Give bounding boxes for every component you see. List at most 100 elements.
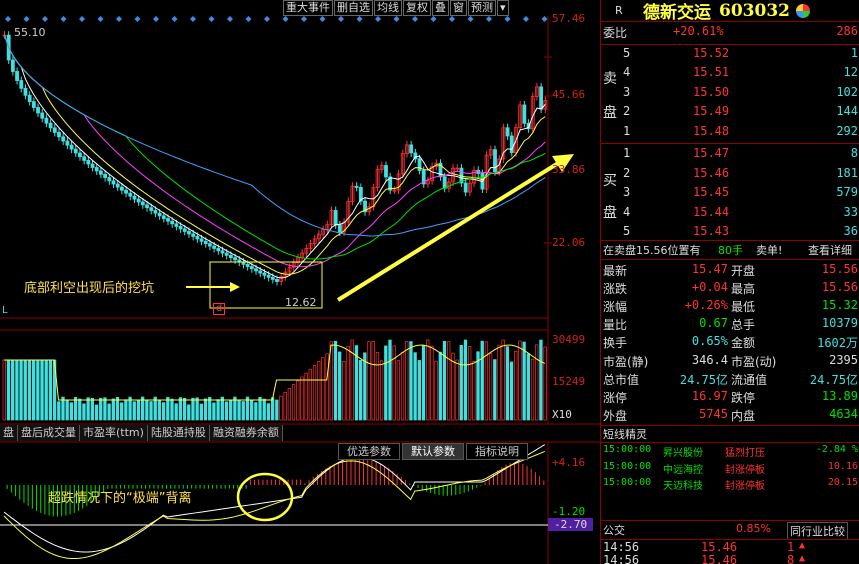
volume-bar [27, 359, 32, 421]
sell-volume: 144 [836, 104, 858, 119]
sprite-time: 15:00:00 [603, 444, 652, 455]
toolbar-major-events[interactable]: 重大事件 [283, 0, 333, 16]
volume-bar [224, 401, 229, 421]
candle-body [233, 257, 237, 261]
quote-value: 15.32 [821, 298, 858, 313]
quote-row: 外盘 5745 内盘 4634 [601, 407, 859, 425]
candle-body [124, 189, 128, 194]
event-diamond [523, 16, 529, 22]
volume-bar [539, 339, 543, 421]
toolbar-window[interactable]: 窗 [450, 0, 467, 16]
candle-body [208, 243, 212, 247]
volume-bar [472, 361, 476, 421]
candle-body [191, 233, 196, 237]
level-number: 3 [623, 185, 631, 200]
indicator-tabs: 盘 盘后成交量 市盈率(ttm) 陆股通持股 融资融券余额 [0, 425, 283, 441]
candle-body [178, 225, 183, 230]
big-order-action: 卖单! [756, 244, 783, 257]
sprite-time: 15:00:00 [603, 477, 652, 488]
buy-level-row[interactable]: 3 15.45 579 [601, 185, 859, 203]
candle-body [145, 204, 149, 209]
sell-price: 15.49 [693, 104, 730, 119]
annotation-pit: 底部利空出现后的挖坑 [24, 281, 155, 296]
quote-label: 跌停 [731, 390, 756, 405]
view-detail-link[interactable]: 查看详细 [808, 242, 852, 258]
buy-level-row[interactable]: 2 15.46 181 [601, 166, 859, 184]
sell-level-row[interactable]: 5 15.52 1 [601, 46, 859, 64]
quote-row: 市盈(静) 346.4 市盈(动) 2395 [601, 353, 859, 371]
sprite-stock: 中远海控 [663, 464, 703, 476]
toolbar-remove-watchlist[interactable]: 删自选 [334, 0, 373, 16]
quote-label: 市盈(动) [731, 354, 777, 369]
event-diamond [449, 16, 455, 22]
volume-bar [405, 341, 409, 421]
sell-level-row[interactable]: 2 15.49 144 [601, 104, 859, 122]
quote-value: 0.67 [699, 316, 728, 331]
event-diamond [338, 16, 344, 22]
sell-price: 15.48 [693, 123, 730, 138]
corner-label: L [2, 305, 8, 316]
candle-body [258, 270, 263, 274]
sell-level-row[interactable]: 1 15.48 292 [601, 124, 859, 142]
event-diamond [356, 16, 363, 22]
toolbar-overlay[interactable]: 叠 [432, 0, 449, 16]
candle-body [140, 201, 145, 206]
sell-level-row[interactable]: 3 15.50 102 [601, 85, 859, 103]
toolbar-menu-button[interactable]: ▾ [497, 0, 509, 16]
short-sprite-item[interactable]: 15:00:00 昇兴股份 猛烈打压 -2.84 % [601, 444, 859, 462]
buy-level-row[interactable]: 1 15.47 8 [601, 146, 859, 164]
volume-bar [103, 397, 107, 421]
tab-pe-ttm[interactable]: 市盈率(ttm) [80, 425, 148, 441]
candle-body [157, 212, 162, 217]
tab-optimal-params[interactable]: 优选参数 [338, 443, 400, 460]
quote-label: 最新 [603, 264, 628, 278]
short-sprite-item[interactable]: 15:00:00 中远海控 封涨停板 10.16 [601, 461, 859, 479]
quote-value: 24.75亿 [679, 372, 728, 387]
volume-bar [78, 398, 82, 421]
quote-row: 换手 0.65% 金额 1602万 [601, 334, 859, 352]
event-diamond [208, 16, 215, 22]
volume-bar [182, 397, 187, 421]
volume-bar [421, 345, 426, 421]
candle-body [187, 231, 191, 235]
sell-level-row[interactable]: 4 15.51 12 [601, 65, 859, 83]
volume-bar [120, 402, 124, 421]
tab-indicator-help[interactable]: 指标说明 [466, 443, 528, 460]
tab-default-params[interactable]: 默认参数 [402, 443, 464, 460]
volume-bar [145, 400, 149, 421]
volume-bar [346, 345, 350, 421]
tab-margin-balance[interactable]: 融资融券余额 [209, 425, 283, 441]
quote-label: 涨跌 [603, 282, 628, 297]
buy-level-row[interactable]: 4 15.44 33 [601, 205, 859, 223]
candle-body [73, 148, 78, 154]
quote-label: 外盘 [603, 408, 628, 423]
volume-bar [170, 398, 174, 421]
toolbar-forecast[interactable]: 预测 [468, 0, 496, 16]
color-wheel-icon[interactable] [795, 3, 810, 18]
toolbar-adjust[interactable]: 复权 [403, 0, 431, 16]
volume-bar [367, 341, 371, 421]
short-sprite-item[interactable]: 15:00:00 天迈科技 封涨停板 20.15 [601, 477, 859, 495]
volume-bar [111, 398, 115, 421]
level-number: 4 [623, 204, 631, 219]
candle-body [69, 144, 74, 150]
candle-body [270, 276, 275, 280]
volume-bar [19, 359, 23, 421]
volume-bar [434, 360, 438, 421]
volume-bar [493, 359, 497, 421]
quote-label: 涨幅 [603, 300, 628, 315]
toolbar-ma[interactable]: 均线 [374, 0, 402, 16]
event-badge[interactable]: d [213, 303, 225, 315]
event-diamond [245, 16, 252, 22]
tab-after-hours-volume[interactable]: 盘后成交量 [18, 425, 80, 441]
candle-body [119, 186, 124, 191]
big-order-bar[interactable]: 在卖盘15.56位置有 80手 卖单! 查看详细 [601, 242, 859, 260]
sell-volume: 1 [850, 46, 858, 60]
candle-body [23, 87, 28, 96]
tab-pan[interactable]: 盘 [0, 425, 18, 441]
tab-northbound-holdings[interactable]: 陆股通持股 [147, 425, 210, 441]
event-diamond [504, 16, 511, 22]
quote-value: 5745 [699, 406, 728, 421]
candle-body [195, 236, 200, 240]
industry-compare-button[interactable]: 同行业比较 [787, 522, 848, 540]
